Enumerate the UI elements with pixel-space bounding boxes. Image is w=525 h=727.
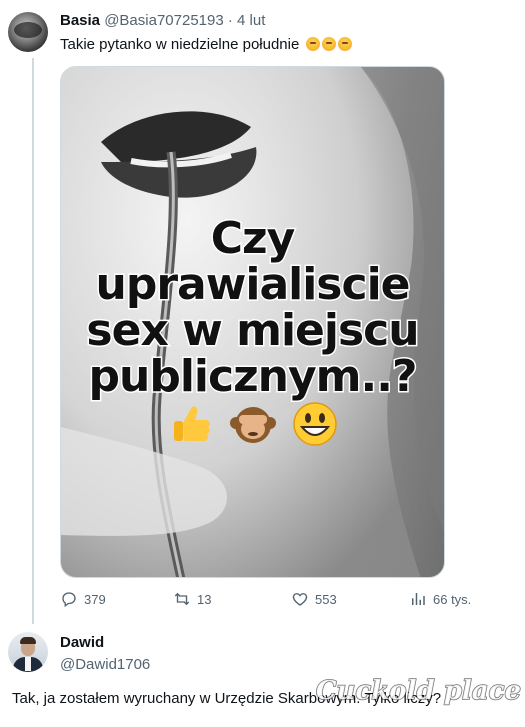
view-count: 66 tys. <box>433 591 472 607</box>
overlay-emoji-row <box>61 401 444 447</box>
tweet-body: Takie pytanko w niedzielne południe <box>60 36 300 53</box>
separator-dot: · <box>227 12 233 29</box>
repost-count: 13 <box>197 591 212 607</box>
overlay-text-line: publicznym..? <box>87 351 419 402</box>
heart-icon <box>292 593 308 606</box>
overlay-text-line: Czy <box>209 213 297 264</box>
reply-icon <box>62 592 76 608</box>
author-handle[interactable]: @Basia70725193 <box>104 12 224 29</box>
like-count: 553 <box>315 591 337 607</box>
repost-icon <box>174 592 190 606</box>
avatar[interactable] <box>8 632 48 672</box>
overlay-text-line: uprawialiscie <box>94 259 412 310</box>
thumbs-up-icon <box>168 401 214 447</box>
thinking-face-icon <box>305 37 320 51</box>
thread-connector-line <box>32 58 34 624</box>
tweet-media-image[interactable]: Czy uprawialiscie sex w miejscu publiczn… <box>60 66 445 578</box>
avatar[interactable] <box>8 12 48 52</box>
author-name[interactable]: Basia <box>60 12 100 29</box>
like-button[interactable]: 553 <box>291 590 337 608</box>
thinking-face-icon <box>337 37 352 51</box>
overlay-text-line: sex w miejscu <box>85 305 421 356</box>
tweet-actions-bar: 379 13 553 66 tys. <box>60 590 480 612</box>
tweet-text: Takie pytanko w niedzielne południe <box>60 36 352 53</box>
tweet-header: Basia @Basia70725193 · 4 lut <box>60 12 265 29</box>
reply-count: 379 <box>84 591 106 607</box>
grinning-face-icon <box>292 401 338 447</box>
reply-button[interactable]: 379 <box>60 590 106 608</box>
views-button[interactable]: 66 tys. <box>409 590 471 608</box>
thinking-face-icon <box>321 37 336 51</box>
reply-author-handle[interactable]: @Dawid1706 <box>60 656 150 673</box>
tweet-date[interactable]: 4 lut <box>237 12 265 29</box>
see-no-evil-monkey-icon <box>229 401 276 447</box>
watermark-logo: Cuckold place <box>315 675 522 707</box>
views-chart-icon <box>412 593 425 605</box>
reply-author-name[interactable]: Dawid <box>60 634 104 651</box>
repost-button[interactable]: 13 <box>173 590 211 608</box>
